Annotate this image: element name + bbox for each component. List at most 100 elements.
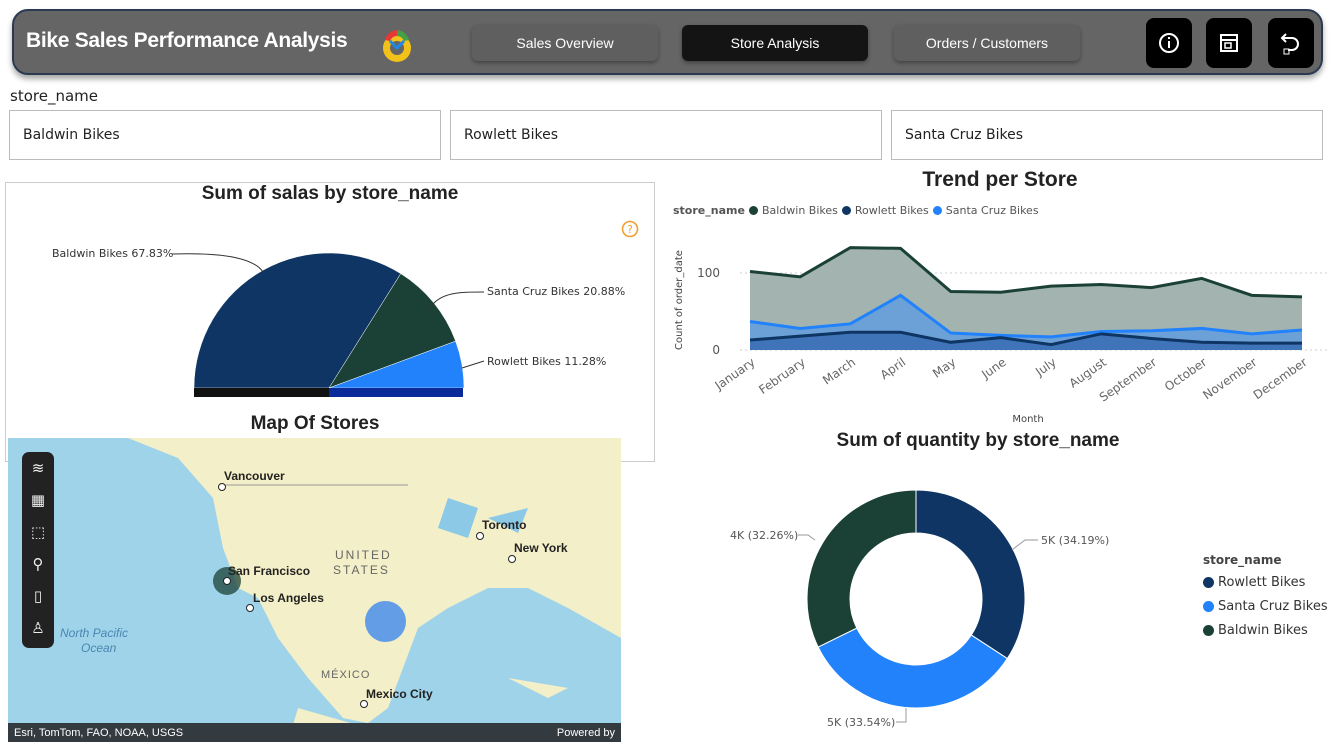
donut-label-baldwin: 4K (32.26%) xyxy=(730,529,799,542)
city-label-mexico-city: Mexico City xyxy=(366,687,433,701)
x-tick-label: April xyxy=(878,355,909,382)
legend-swatch xyxy=(841,206,851,215)
y-tick-label: 0 xyxy=(712,343,720,357)
legend-item[interactable]: Santa Cruz Bikes xyxy=(946,204,1039,217)
city-label-toronto: Toronto xyxy=(482,518,527,532)
info-button[interactable] xyxy=(1146,18,1192,68)
header-bar: Bike Sales Performance Analysis Sales Ov… xyxy=(12,9,1323,75)
legend-label: Rowlett Bikes xyxy=(1218,575,1306,590)
city-dot xyxy=(360,700,368,708)
map-background xyxy=(8,438,621,742)
region-label-mexico: MÉXICO xyxy=(321,669,371,681)
donut-legend: store_name Rowlett Bikes Santa Cruz Bike… xyxy=(1203,553,1328,647)
x-tick-label: November xyxy=(1200,355,1259,402)
leader-line xyxy=(461,360,485,369)
city-label-san-francisco: San Francisco xyxy=(228,564,311,578)
city-dot xyxy=(218,483,226,491)
back-arrow-icon xyxy=(1280,33,1299,55)
x-tick-label: July xyxy=(1032,355,1059,379)
slicer-label: store_name xyxy=(10,87,98,105)
leader-line xyxy=(429,291,485,309)
tab-sales-overview[interactable]: Sales Overview xyxy=(472,25,658,61)
legend-item-rowlett[interactable]: Rowlett Bikes xyxy=(1203,575,1328,590)
legend-item-santa-cruz[interactable]: Santa Cruz Bikes xyxy=(1203,599,1328,614)
leader-line xyxy=(798,534,816,541)
tab-orders-customers[interactable]: Orders / Customers xyxy=(894,25,1080,61)
x-tick-label: February xyxy=(756,355,808,397)
x-tick-label: June xyxy=(978,355,1008,382)
x-axis-label: Month xyxy=(1012,414,1043,425)
bar-chart-icon[interactable]: ▯ xyxy=(22,580,54,612)
city-label-new-york: New York xyxy=(514,541,568,555)
legend-icon[interactable]: ▦ xyxy=(22,484,54,516)
trend-area-chart: 0 100 JanuaryFebruary March April May June July… xyxy=(674,246,1330,425)
city-dot xyxy=(223,577,231,585)
tab-store-analysis[interactable]: Store Analysis xyxy=(682,25,868,61)
slicer-option-santa-cruz[interactable]: Santa Cruz Bikes xyxy=(891,110,1323,160)
leader-line xyxy=(896,708,907,723)
pie-label-baldwin: Baldwin Bikes 67.83% xyxy=(52,247,174,260)
donut-slice-baldwin-bikes xyxy=(806,489,917,648)
legend-label: Baldwin Bikes xyxy=(1218,623,1308,638)
layers-icon[interactable]: ≋ xyxy=(22,452,54,484)
legend-item-baldwin[interactable]: Baldwin Bikes xyxy=(1203,623,1328,638)
donut-chart xyxy=(798,489,1038,723)
x-tick-label: March xyxy=(820,355,858,387)
legend-item[interactable]: Baldwin Bikes xyxy=(762,204,838,217)
city-label-vancouver: Vancouver xyxy=(224,469,285,483)
app-title: Bike Sales Performance Analysis xyxy=(26,29,348,52)
y-axis-label: Count of order_date xyxy=(674,250,685,350)
info-icon xyxy=(1159,33,1179,53)
legend-title: store_name xyxy=(1203,553,1282,567)
pie-base xyxy=(329,388,463,397)
donut-label-rowlett: 5K (34.19%) xyxy=(1041,534,1110,547)
store-map[interactable]: Vancouver Toronto New York San Francisco… xyxy=(8,438,621,742)
x-tick-label: December xyxy=(1251,355,1310,402)
report-button[interactable] xyxy=(1206,18,1252,68)
legend-title: store_name xyxy=(673,204,745,217)
map-toolbar: ≋ ▦ ⬚ ⚲ ▯ ♙ xyxy=(22,452,54,648)
city-dot xyxy=(246,604,254,612)
ocean-label: North Pacific xyxy=(60,626,129,640)
y-tick-label: 100 xyxy=(697,266,720,280)
pie-label-santa-cruz: Santa Cruz Bikes 20.88% xyxy=(487,285,626,298)
legend-item[interactable]: Rowlett Bikes xyxy=(855,204,929,217)
pie-base xyxy=(194,388,329,397)
region-label: UNITED xyxy=(335,548,392,562)
trend-title: Trend per Store xyxy=(922,168,1078,191)
store-bubble-rowlett[interactable] xyxy=(365,601,406,642)
person-icon[interactable]: ♙ xyxy=(22,612,54,644)
half-pie-chart xyxy=(171,252,485,397)
x-tick-label: May xyxy=(930,355,958,381)
city-dot xyxy=(508,555,516,563)
slicer-option-rowlett[interactable]: Rowlett Bikes xyxy=(450,110,882,160)
back-button[interactable] xyxy=(1268,18,1314,68)
city-label-los-angeles: Los Angeles xyxy=(253,591,324,605)
region-label: STATES xyxy=(333,563,390,577)
map-title: Map Of Stores xyxy=(250,413,380,434)
donut-label-santa-cruz: 5K (33.54%) xyxy=(827,716,896,729)
legend-label: Santa Cruz Bikes xyxy=(1218,599,1328,614)
ocean-label: Ocean xyxy=(81,641,117,655)
search-icon[interactable]: ⚲ xyxy=(22,548,54,580)
attribution-text: Esri, TomTom, FAO, NOAA, USGS xyxy=(14,726,184,739)
slicer-option-baldwin[interactable]: Baldwin Bikes xyxy=(9,110,441,160)
donut-slice-santa-cruz-bikes xyxy=(817,627,1009,709)
logo-gear-icon xyxy=(383,30,411,62)
x-tick-label: September xyxy=(1097,355,1159,405)
legend-swatch xyxy=(748,206,758,215)
trend-legend: store_name Baldwin Bikes Rowlett Bikes S… xyxy=(673,204,1039,217)
city-dot xyxy=(476,532,484,540)
powered-by-text: Powered by xyxy=(556,726,615,739)
donut-slice-rowlett-bikes xyxy=(915,489,1026,660)
leader-line xyxy=(1011,539,1038,551)
x-tick-label: January xyxy=(712,355,758,393)
donut-title: Sum of quantity by store_name xyxy=(836,430,1120,451)
leader-line xyxy=(171,253,264,273)
legend-swatch xyxy=(932,206,942,215)
select-icon[interactable]: ⬚ xyxy=(22,516,54,548)
x-tick-label: August xyxy=(1067,355,1110,391)
pie-label-rowlett: Rowlett Bikes 11.28% xyxy=(487,355,607,368)
report-icon xyxy=(1220,34,1238,52)
x-tick-label: October xyxy=(1162,355,1209,394)
